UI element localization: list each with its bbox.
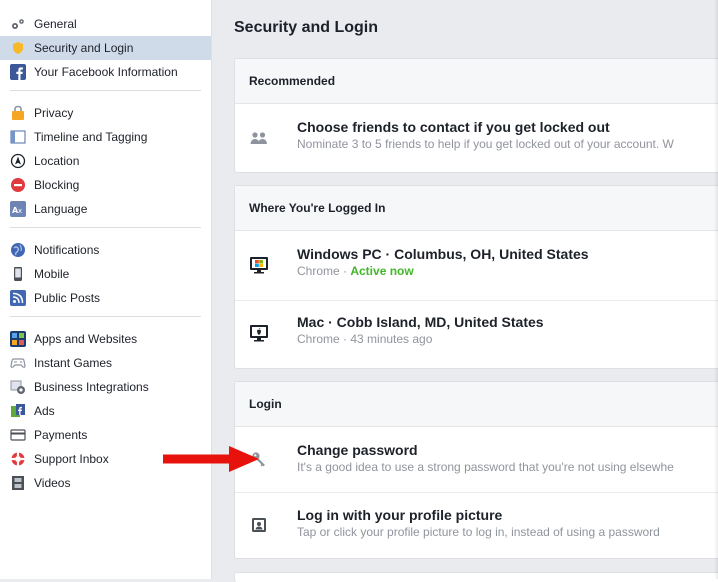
sidebar-item-notifications[interactable]: Notifications: [0, 238, 211, 262]
change-password-row[interactable]: Change password It's a good idea to use …: [235, 427, 718, 493]
sidebar-item-ads[interactable]: Ads: [0, 399, 211, 423]
mobile-icon: [10, 266, 26, 282]
sidebar-item-payments[interactable]: Payments: [0, 423, 211, 447]
login-card: Login Change password It's a good idea t…: [234, 381, 718, 559]
sidebar-item-security-and-login[interactable]: Security and Login: [0, 36, 211, 60]
sidebar-item-privacy[interactable]: Privacy: [0, 101, 211, 125]
sidebar-item-label: Timeline and Tagging: [34, 130, 148, 144]
logged-in-header: Where You're Logged In: [235, 186, 718, 231]
login-header: Login: [235, 382, 718, 427]
window-shadow-edge: [714, 0, 718, 579]
apps-icon: [10, 331, 26, 347]
sidebar-item-label: Instant Games: [34, 356, 113, 370]
session-details: Chrome · 43 minutes ago: [297, 332, 433, 346]
session-title: Mac · Cobb Island, MD, United States: [297, 314, 544, 330]
change-password-title: Change password: [297, 442, 418, 458]
facebook-icon: [10, 64, 26, 80]
blocking-icon: [10, 177, 26, 193]
profile-picture-icon: [249, 515, 269, 535]
session-details: Chrome · Active now: [297, 264, 414, 278]
sidebar-item-label: Privacy: [34, 106, 74, 120]
profile-picture-login-title: Log in with your profile picture: [297, 507, 503, 523]
page-title: Security and Login: [234, 19, 379, 36]
lifebuoy-icon: [10, 451, 26, 467]
ads-icon: [10, 403, 26, 419]
sidebar-item-label: Payments: [34, 428, 88, 442]
badge-icon: [10, 40, 26, 56]
sidebar-item-apps-and-websites[interactable]: Apps and Websites: [0, 327, 211, 351]
sidebar-divider: [10, 316, 201, 317]
trusted-contacts-subtitle: Nominate 3 to 5 friends to help if you g…: [297, 137, 674, 151]
sidebar-item-location[interactable]: Location: [0, 149, 211, 173]
sidebar-item-mobile[interactable]: Mobile: [0, 262, 211, 286]
session-title: Windows PC · Columbus, OH, United States: [297, 246, 589, 262]
language-icon: Ax: [10, 201, 26, 217]
sidebar-divider: [10, 227, 201, 228]
sidebar-item-label: Mobile: [34, 267, 70, 281]
sidebar-item-business-integrations[interactable]: Business Integrations: [0, 375, 211, 399]
location-icon: [10, 153, 26, 169]
settings-window: General Security and Login Your Facebook…: [0, 0, 718, 582]
recommended-header: Recommended: [235, 59, 718, 104]
gears-icon: [10, 16, 26, 32]
sidebar-item-timeline-and-tagging[interactable]: Timeline and Tagging: [0, 125, 211, 149]
card-icon: [10, 427, 26, 443]
sidebar-item-public-posts[interactable]: Public Posts: [0, 286, 211, 310]
sidebar-item-label: Videos: [34, 476, 71, 490]
sidebar-item-instant-games[interactable]: Instant Games: [0, 351, 211, 375]
sidebar-item-label: Security and Login: [34, 41, 134, 55]
session-row[interactable]: Mac · Cobb Island, MD, United States Chr…: [235, 301, 718, 368]
active-now-status: Active now: [350, 264, 414, 278]
trusted-contacts-title: Choose friends to contact if you get loc…: [297, 119, 610, 135]
recommended-card: Recommended Choose friends to contact if…: [234, 58, 718, 173]
sidebar-item-videos[interactable]: Videos: [0, 471, 211, 495]
session-browser: Chrome ·: [297, 264, 351, 278]
sidebar-item-label: Language: [34, 202, 88, 216]
timeline-icon: [10, 129, 26, 145]
next-card-edge: [234, 572, 718, 582]
main-content: Security and Login Recommended Choose fr…: [220, 0, 718, 582]
sidebar-item-label: Apps and Websites: [34, 332, 138, 346]
mac-icon: [249, 323, 269, 343]
film-icon: [10, 475, 26, 491]
sidebar-group-account: General Security and Login Your Facebook…: [0, 12, 211, 84]
globe-icon: [10, 242, 26, 258]
session-row[interactable]: Windows PC · Columbus, OH, United States…: [235, 231, 718, 301]
windows-pc-icon: [249, 255, 269, 275]
sidebar-item-label: Ads: [34, 404, 55, 418]
sidebar-item-label: Public Posts: [34, 291, 101, 305]
sidebar-item-label: General: [34, 17, 77, 31]
lock-icon: [10, 105, 26, 121]
sidebar-item-label: Location: [34, 154, 80, 168]
red-arrow-annotation: [163, 446, 259, 472]
logged-in-card: Where You're Logged In Windows PC · Colu…: [234, 185, 718, 369]
svg-text:x: x: [18, 207, 22, 215]
gamepad-icon: [10, 355, 26, 371]
sidebar-divider: [10, 90, 201, 91]
sidebar-item-label: Blocking: [34, 178, 80, 192]
profile-picture-login-row[interactable]: Log in with your profile picture Tap or …: [235, 493, 718, 558]
change-password-subtitle: It's a good idea to use a strong passwor…: [297, 460, 674, 474]
sidebar-item-blocking[interactable]: Blocking: [0, 173, 211, 197]
sidebar-item-your-facebook-information[interactable]: Your Facebook Information: [0, 60, 211, 84]
trusted-contacts-row[interactable]: Choose friends to contact if you get loc…: [235, 104, 718, 172]
sidebar-group-notifications: Notifications Mobile Public Posts: [0, 238, 211, 310]
sidebar-item-label: Your Facebook Information: [34, 65, 178, 79]
settings-sidebar: General Security and Login Your Facebook…: [0, 0, 212, 579]
sidebar-item-general[interactable]: General: [0, 12, 211, 36]
sidebar-item-language[interactable]: Ax Language: [0, 197, 211, 221]
sidebar-group-privacy: Privacy Timeline and Tagging Location Bl…: [0, 101, 211, 221]
business-icon: [10, 379, 26, 395]
sidebar-item-label: Business Integrations: [34, 380, 149, 394]
friends-icon: [249, 128, 269, 148]
sidebar-item-label: Notifications: [34, 243, 100, 257]
profile-picture-login-subtitle: Tap or click your profile picture to log…: [297, 525, 660, 539]
rss-icon: [10, 290, 26, 306]
